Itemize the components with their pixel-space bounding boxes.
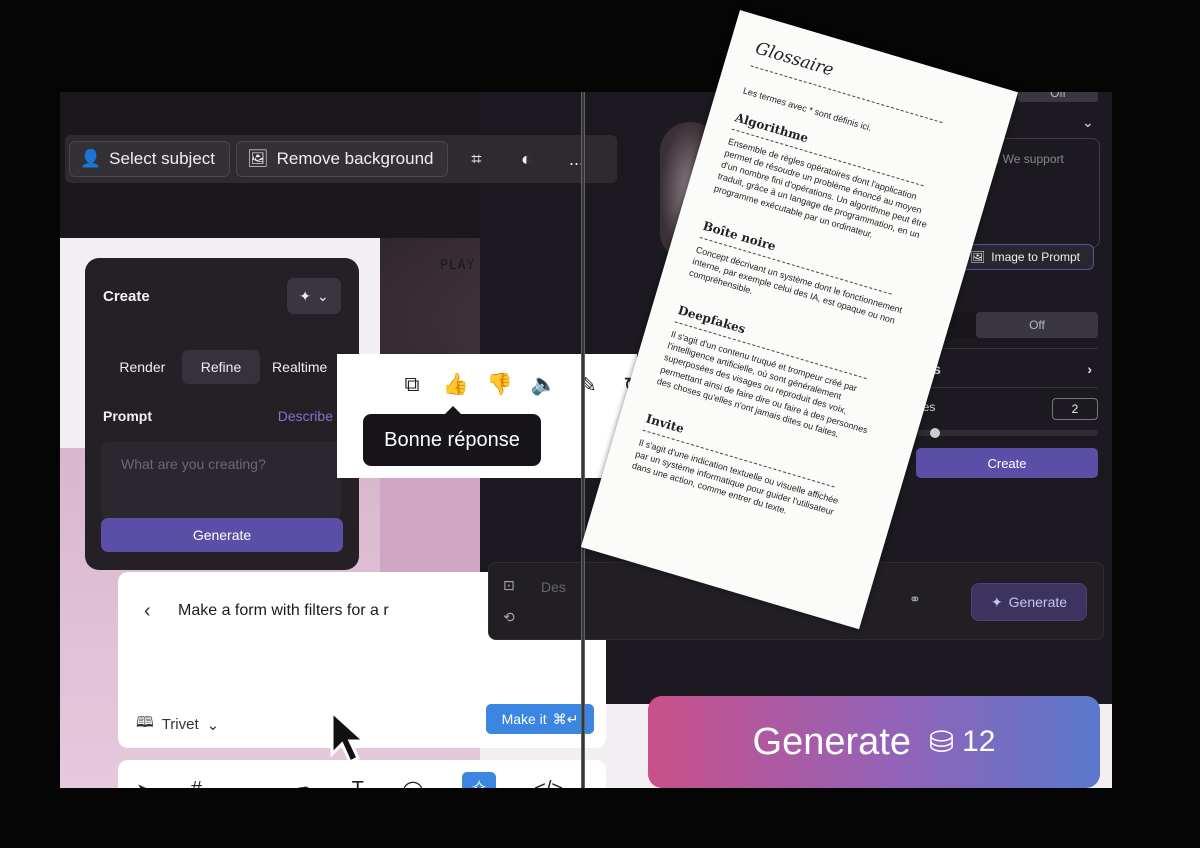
pen-tool-icon[interactable]: ✒ xyxy=(297,778,314,788)
chevron-down-icon: ⌄ xyxy=(317,287,329,304)
select-subject-label: Select subject xyxy=(109,149,216,168)
ellipse-tool-icon[interactable]: ◯ xyxy=(402,778,424,788)
generate-button[interactable]: Generate xyxy=(101,518,343,552)
link-icon[interactable]: ⚭ xyxy=(909,591,921,608)
image-icon: 🖼 xyxy=(970,250,986,264)
library-selector[interactable]: 🕮 Trivet ⌄ xyxy=(136,712,219,737)
crop-icon[interactable]: ⌗ xyxy=(454,141,498,177)
copy-icon[interactable]: ⧉ xyxy=(397,370,427,400)
form-prompt-input[interactable]: Make a form with filters for a r xyxy=(178,602,389,620)
create-panel: Create ✦ ⌄ Render Refine Realtime Prompt… xyxy=(85,258,359,570)
thumbs-down-icon[interactable]: 👎 xyxy=(485,370,515,400)
glossary-title: Glossaire xyxy=(750,38,951,124)
big-generate-label: Generate xyxy=(752,720,911,763)
remove-background-button[interactable]: 🖼 Remove background xyxy=(236,141,449,177)
rotate-icon[interactable]: ⟲ xyxy=(503,609,515,626)
mode-tabs: Render Refine Realtime xyxy=(103,350,339,384)
image-to-prompt-button[interactable]: 🖼 Image to Prompt xyxy=(956,244,1094,270)
tab-render[interactable]: Render xyxy=(103,350,182,384)
image-to-prompt-label: Image to Prompt xyxy=(991,250,1080,264)
sparkle-icon: ✦ xyxy=(990,593,1003,610)
chevron-down-icon[interactable]: ⌄ xyxy=(1082,114,1094,131)
chevron-down-icon: ⌄ xyxy=(206,716,220,734)
describe-input[interactable]: Des xyxy=(541,579,566,595)
image-toolbar: 👤 Select subject 🖼 Remove background ⌗ ◐… xyxy=(65,135,617,183)
generate-button-small[interactable]: ✦ Generate xyxy=(971,583,1087,621)
describe-link[interactable]: Describe xyxy=(278,408,333,424)
toggle-off-top[interactable]: Off xyxy=(1018,92,1098,102)
page-spine xyxy=(581,92,585,788)
pointer-tool-icon[interactable]: ➤ xyxy=(136,778,153,788)
coins-icon: ⛁ xyxy=(928,725,955,759)
prompt-label: Prompt xyxy=(103,408,152,424)
credits: ⛁ 12 xyxy=(929,725,996,760)
rectangle-tool-icon[interactable]: ▭ xyxy=(240,778,259,788)
contrast-icon[interactable]: ◐ xyxy=(504,141,548,177)
text-tool-icon[interactable]: T xyxy=(352,778,364,788)
credits-count: 12 xyxy=(962,725,996,758)
cursor-icon xyxy=(330,710,368,765)
library-label: Trivet xyxy=(161,716,199,733)
tooltip: Bonne réponse xyxy=(363,406,541,466)
sparkle-menu-button[interactable]: ✦ ⌄ xyxy=(287,278,341,314)
chevron-right-icon: › xyxy=(1087,361,1092,377)
tab-realtime[interactable]: Realtime xyxy=(260,350,339,384)
shortcut-label: ⌘↵ xyxy=(552,710,579,727)
ai-tool-icon[interactable]: ✧ xyxy=(462,772,497,788)
edit-sparkle-icon[interactable]: ✎ xyxy=(573,370,603,400)
remove-background-label: Remove background xyxy=(276,149,434,168)
code-tool-icon[interactable]: </> xyxy=(534,778,563,788)
more-icon[interactable]: ... xyxy=(554,141,598,177)
person-icon: 👤 xyxy=(80,149,102,168)
select-subject-button[interactable]: 👤 Select subject xyxy=(69,141,231,177)
response-actions: ⧉ 👍 👎 🔈 ✎ ↻ Bonne réponse xyxy=(337,354,641,478)
image-icon: 🖼 xyxy=(247,149,269,168)
images-slider[interactable] xyxy=(916,428,1098,438)
big-generate-button[interactable]: Generate ⛁ 12 xyxy=(648,696,1100,788)
create-title: Create xyxy=(103,288,150,305)
generate-label: Generate xyxy=(1008,594,1068,610)
create-button[interactable]: Create xyxy=(916,448,1098,478)
frame-tool-icon[interactable]: # xyxy=(191,778,202,788)
drawing-toolbar: ➤ # ▭ ✒ T ◯ ✧ </> xyxy=(118,760,606,788)
speaker-icon[interactable]: 🔈 xyxy=(529,370,559,400)
thumbs-up-icon[interactable]: 👍 xyxy=(441,370,471,400)
toggle-off[interactable]: Off xyxy=(976,312,1098,338)
images-count-field[interactable]: 2 xyxy=(1052,398,1098,420)
book-icon: 🕮 xyxy=(136,714,154,731)
settings-row[interactable]: ngs › xyxy=(916,348,1098,388)
make-it-button[interactable]: Make it ⌘↵ xyxy=(486,704,594,734)
feedback-icons: ⧉ 👍 👎 🔈 ✎ ↻ xyxy=(397,370,647,400)
make-it-label: Make it xyxy=(501,711,547,727)
slider-knob[interactable] xyxy=(930,428,940,438)
prompt-input[interactable]: What are you creating? xyxy=(101,442,341,518)
sparkle-icon: ✦ xyxy=(299,287,311,304)
layout-icon[interactable]: ⊡ xyxy=(503,577,515,594)
tab-refine[interactable]: Refine xyxy=(181,350,261,384)
back-icon[interactable]: ‹ xyxy=(144,600,151,623)
